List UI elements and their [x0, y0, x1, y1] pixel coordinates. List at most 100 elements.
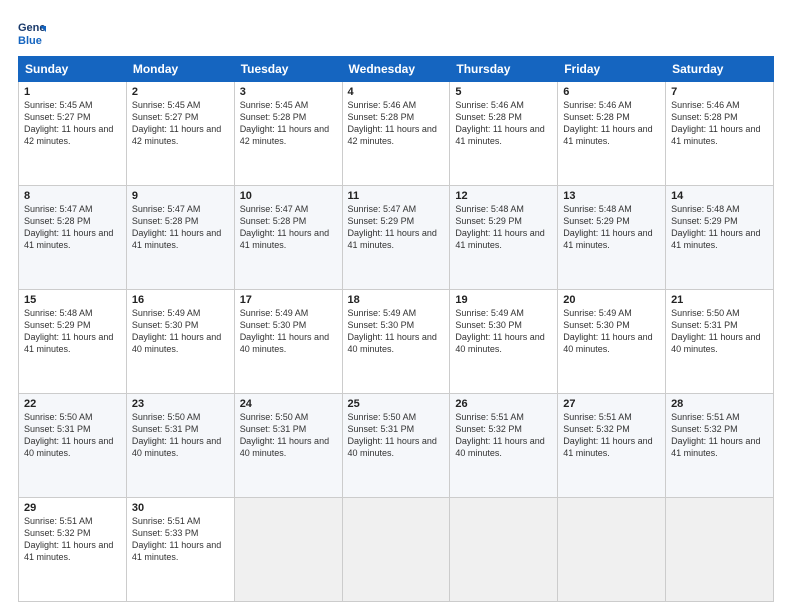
svg-text:General: General [18, 22, 46, 34]
calendar-cell [234, 498, 342, 602]
day-number: 26 [455, 398, 552, 410]
calendar-cell: 17Sunrise: 5:49 AMSunset: 5:30 PMDayligh… [234, 290, 342, 394]
calendar-cell: 8Sunrise: 5:47 AMSunset: 5:28 PMDaylight… [19, 186, 127, 290]
day-info: Sunrise: 5:51 AMSunset: 5:33 PMDaylight:… [132, 515, 229, 564]
calendar-week: 22Sunrise: 5:50 AMSunset: 5:31 PMDayligh… [19, 394, 774, 498]
day-number: 10 [240, 190, 337, 202]
calendar-cell [558, 498, 666, 602]
day-info: Sunrise: 5:50 AMSunset: 5:31 PMDaylight:… [671, 307, 768, 356]
calendar-cell: 15Sunrise: 5:48 AMSunset: 5:29 PMDayligh… [19, 290, 127, 394]
day-info: Sunrise: 5:49 AMSunset: 5:30 PMDaylight:… [132, 307, 229, 356]
day-info: Sunrise: 5:46 AMSunset: 5:28 PMDaylight:… [563, 99, 660, 148]
day-number: 29 [24, 502, 121, 514]
day-number: 6 [563, 86, 660, 98]
calendar-cell: 19Sunrise: 5:49 AMSunset: 5:30 PMDayligh… [450, 290, 558, 394]
weekday-header: Wednesday [342, 57, 450, 82]
weekday-header: Tuesday [234, 57, 342, 82]
header: General Blue [18, 18, 774, 46]
day-number: 19 [455, 294, 552, 306]
day-number: 14 [671, 190, 768, 202]
calendar-cell: 14Sunrise: 5:48 AMSunset: 5:29 PMDayligh… [666, 186, 774, 290]
logo: General Blue [18, 18, 46, 46]
day-info: Sunrise: 5:47 AMSunset: 5:28 PMDaylight:… [132, 203, 229, 252]
weekday-header: Sunday [19, 57, 127, 82]
day-number: 30 [132, 502, 229, 514]
day-info: Sunrise: 5:48 AMSunset: 5:29 PMDaylight:… [671, 203, 768, 252]
day-info: Sunrise: 5:45 AMSunset: 5:28 PMDaylight:… [240, 99, 337, 148]
day-number: 20 [563, 294, 660, 306]
calendar-cell: 10Sunrise: 5:47 AMSunset: 5:28 PMDayligh… [234, 186, 342, 290]
day-info: Sunrise: 5:50 AMSunset: 5:31 PMDaylight:… [348, 411, 445, 460]
calendar-cell: 28Sunrise: 5:51 AMSunset: 5:32 PMDayligh… [666, 394, 774, 498]
calendar-cell: 4Sunrise: 5:46 AMSunset: 5:28 PMDaylight… [342, 82, 450, 186]
day-info: Sunrise: 5:49 AMSunset: 5:30 PMDaylight:… [563, 307, 660, 356]
weekday-header: Thursday [450, 57, 558, 82]
day-number: 24 [240, 398, 337, 410]
calendar-cell [666, 498, 774, 602]
day-number: 28 [671, 398, 768, 410]
calendar-cell: 18Sunrise: 5:49 AMSunset: 5:30 PMDayligh… [342, 290, 450, 394]
calendar-cell: 25Sunrise: 5:50 AMSunset: 5:31 PMDayligh… [342, 394, 450, 498]
calendar-cell: 24Sunrise: 5:50 AMSunset: 5:31 PMDayligh… [234, 394, 342, 498]
calendar-cell: 2Sunrise: 5:45 AMSunset: 5:27 PMDaylight… [126, 82, 234, 186]
calendar-week: 15Sunrise: 5:48 AMSunset: 5:29 PMDayligh… [19, 290, 774, 394]
day-info: Sunrise: 5:51 AMSunset: 5:32 PMDaylight:… [455, 411, 552, 460]
day-info: Sunrise: 5:47 AMSunset: 5:28 PMDaylight:… [24, 203, 121, 252]
calendar-table: SundayMondayTuesdayWednesdayThursdayFrid… [18, 56, 774, 602]
day-number: 22 [24, 398, 121, 410]
day-number: 12 [455, 190, 552, 202]
calendar-cell: 9Sunrise: 5:47 AMSunset: 5:28 PMDaylight… [126, 186, 234, 290]
calendar-cell [342, 498, 450, 602]
day-info: Sunrise: 5:46 AMSunset: 5:28 PMDaylight:… [348, 99, 445, 148]
weekday-header: Friday [558, 57, 666, 82]
svg-text:Blue: Blue [18, 35, 42, 46]
calendar-cell: 29Sunrise: 5:51 AMSunset: 5:32 PMDayligh… [19, 498, 127, 602]
calendar-cell: 13Sunrise: 5:48 AMSunset: 5:29 PMDayligh… [558, 186, 666, 290]
day-info: Sunrise: 5:49 AMSunset: 5:30 PMDaylight:… [348, 307, 445, 356]
calendar-week: 8Sunrise: 5:47 AMSunset: 5:28 PMDaylight… [19, 186, 774, 290]
calendar-cell: 3Sunrise: 5:45 AMSunset: 5:28 PMDaylight… [234, 82, 342, 186]
day-number: 9 [132, 190, 229, 202]
day-info: Sunrise: 5:51 AMSunset: 5:32 PMDaylight:… [671, 411, 768, 460]
day-number: 1 [24, 86, 121, 98]
day-info: Sunrise: 5:51 AMSunset: 5:32 PMDaylight:… [563, 411, 660, 460]
day-number: 11 [348, 190, 445, 202]
day-number: 17 [240, 294, 337, 306]
day-info: Sunrise: 5:48 AMSunset: 5:29 PMDaylight:… [563, 203, 660, 252]
calendar-cell: 26Sunrise: 5:51 AMSunset: 5:32 PMDayligh… [450, 394, 558, 498]
day-number: 13 [563, 190, 660, 202]
day-info: Sunrise: 5:50 AMSunset: 5:31 PMDaylight:… [24, 411, 121, 460]
page: General Blue SundayMondayTuesdayWednesda… [0, 0, 792, 612]
calendar-cell: 7Sunrise: 5:46 AMSunset: 5:28 PMDaylight… [666, 82, 774, 186]
day-number: 3 [240, 86, 337, 98]
day-info: Sunrise: 5:46 AMSunset: 5:28 PMDaylight:… [455, 99, 552, 148]
logo-icon: General Blue [18, 18, 46, 46]
calendar-cell: 5Sunrise: 5:46 AMSunset: 5:28 PMDaylight… [450, 82, 558, 186]
day-number: 7 [671, 86, 768, 98]
calendar-cell: 30Sunrise: 5:51 AMSunset: 5:33 PMDayligh… [126, 498, 234, 602]
calendar-cell: 20Sunrise: 5:49 AMSunset: 5:30 PMDayligh… [558, 290, 666, 394]
calendar-cell: 16Sunrise: 5:49 AMSunset: 5:30 PMDayligh… [126, 290, 234, 394]
calendar-cell: 23Sunrise: 5:50 AMSunset: 5:31 PMDayligh… [126, 394, 234, 498]
day-info: Sunrise: 5:51 AMSunset: 5:32 PMDaylight:… [24, 515, 121, 564]
day-number: 23 [132, 398, 229, 410]
day-number: 5 [455, 86, 552, 98]
day-number: 27 [563, 398, 660, 410]
calendar-cell: 22Sunrise: 5:50 AMSunset: 5:31 PMDayligh… [19, 394, 127, 498]
calendar-cell: 12Sunrise: 5:48 AMSunset: 5:29 PMDayligh… [450, 186, 558, 290]
day-info: Sunrise: 5:50 AMSunset: 5:31 PMDaylight:… [132, 411, 229, 460]
day-number: 21 [671, 294, 768, 306]
day-info: Sunrise: 5:45 AMSunset: 5:27 PMDaylight:… [132, 99, 229, 148]
day-info: Sunrise: 5:48 AMSunset: 5:29 PMDaylight:… [455, 203, 552, 252]
calendar-cell [450, 498, 558, 602]
day-info: Sunrise: 5:45 AMSunset: 5:27 PMDaylight:… [24, 99, 121, 148]
calendar-cell: 11Sunrise: 5:47 AMSunset: 5:29 PMDayligh… [342, 186, 450, 290]
day-number: 8 [24, 190, 121, 202]
day-number: 25 [348, 398, 445, 410]
calendar-cell: 21Sunrise: 5:50 AMSunset: 5:31 PMDayligh… [666, 290, 774, 394]
calendar-cell: 6Sunrise: 5:46 AMSunset: 5:28 PMDaylight… [558, 82, 666, 186]
day-number: 4 [348, 86, 445, 98]
calendar-cell: 27Sunrise: 5:51 AMSunset: 5:32 PMDayligh… [558, 394, 666, 498]
weekday-header: Saturday [666, 57, 774, 82]
day-number: 15 [24, 294, 121, 306]
